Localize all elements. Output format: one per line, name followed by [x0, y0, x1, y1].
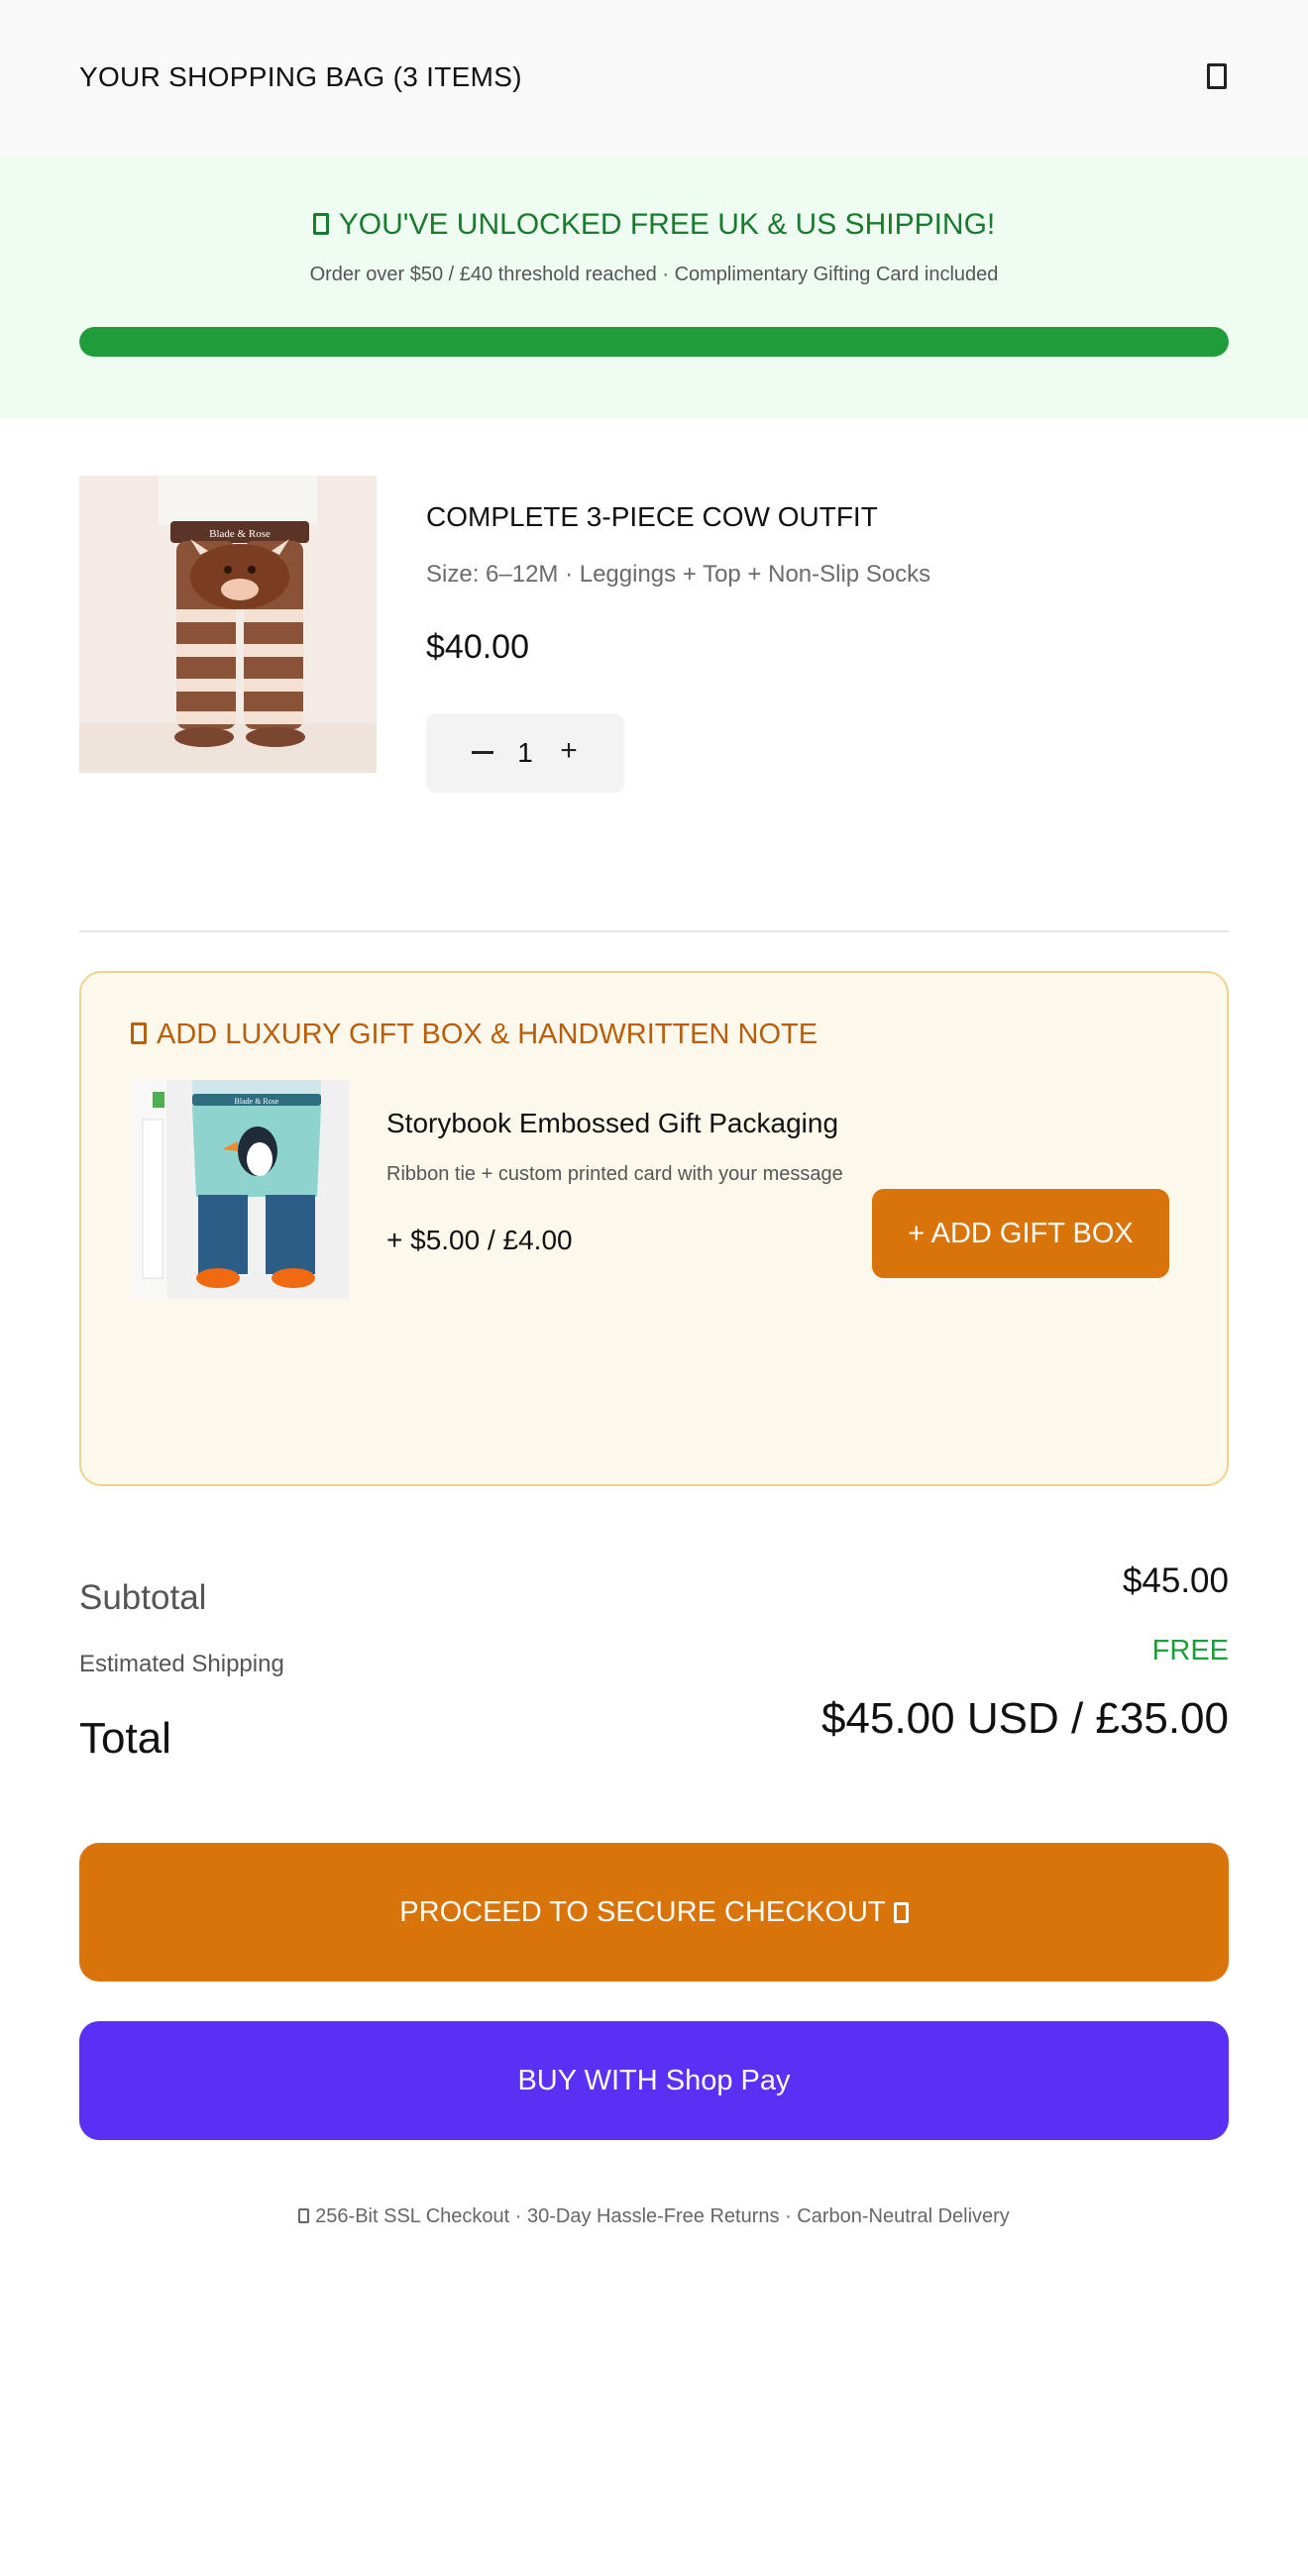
- lock-icon: [893, 1902, 909, 1923]
- shipping-banner-subtitle: Order over $50 / £40 threshold reached ·…: [309, 264, 999, 285]
- divider: [79, 930, 1229, 932]
- gift-price: + $5.00 / £4.00: [386, 1225, 573, 1255]
- plus-icon[interactable]: +: [557, 733, 581, 769]
- shipping-progress-fill: [79, 327, 1229, 357]
- product-name[interactable]: COMPLETE 3-PIECE COW OUTFIT: [426, 501, 878, 533]
- product-meta: Size: 6–12M · Leggings + Top + Non-Slip …: [426, 561, 931, 588]
- gift-upsell-title-text: ADD LUXURY GIFT BOX & HANDWRITTEN NOTE: [157, 1019, 818, 1050]
- total-label: Total: [79, 1714, 171, 1763]
- total-value: $45.00 USD / £35.00: [821, 1694, 1229, 1743]
- quantity-value: 1: [517, 737, 533, 768]
- quantity-stepper: 1 +: [426, 713, 624, 793]
- trust-badges: 256-Bit SSL Checkout · 30-Day Hassle-Fre…: [0, 2205, 1308, 2228]
- bag-icon[interactable]: [1207, 63, 1227, 89]
- shop-pay-button[interactable]: BUY WITH Shop Pay: [79, 2021, 1229, 2140]
- product-price: $40.00: [426, 628, 529, 666]
- page-title: YOUR SHOPPING BAG (3 ITEMS): [79, 61, 522, 92]
- gift-box-upsell: ADD LUXURY GIFT BOX & HANDWRITTEN NOTE B…: [79, 971, 1229, 1486]
- shipping-label: Estimated Shipping: [79, 1651, 284, 1677]
- product-image-brand: Blade & Rose: [209, 528, 271, 540]
- add-gift-box-button[interactable]: + ADD GIFT BOX: [872, 1189, 1169, 1278]
- gift-image-brand: Blade & Rose: [235, 1097, 279, 1106]
- checkout-button-label: PROCEED TO SECURE CHECKOUT: [399, 1896, 886, 1928]
- gift-description: Ribbon tie + custom printed card with yo…: [386, 1163, 843, 1185]
- subtotal-value: $45.00: [1122, 1561, 1229, 1600]
- shipping-value: FREE: [1151, 1635, 1229, 1666]
- truck-icon: [312, 213, 329, 235]
- cart-header: YOUR SHOPPING BAG (3 ITEMS): [0, 0, 1308, 157]
- gift-upsell-title: ADD LUXURY GIFT BOX & HANDWRITTEN NOTE: [131, 1019, 818, 1051]
- gift-icon: [131, 1022, 147, 1044]
- shipping-progress-bar: [79, 327, 1229, 357]
- shipping-banner-title-text: YOU'VE UNLOCKED FREE UK & US SHIPPING!: [338, 208, 996, 241]
- product-image[interactable]: Blade & Rose: [79, 476, 377, 773]
- free-shipping-banner: YOU'VE UNLOCKED FREE UK & US SHIPPING! O…: [0, 157, 1308, 418]
- shield-icon: [298, 2208, 310, 2223]
- subtotal-label: Subtotal: [79, 1578, 207, 1617]
- gift-name: Storybook Embossed Gift Packaging: [386, 1108, 839, 1138]
- gift-packaging-image: Blade & Rose: [131, 1080, 349, 1298]
- checkout-button[interactable]: PROCEED TO SECURE CHECKOUT: [79, 1843, 1229, 1982]
- shipping-banner-title: YOU'VE UNLOCKED FREE UK & US SHIPPING!: [0, 208, 1308, 242]
- trust-text: 256-Bit SSL Checkout · 30-Day Hassle-Fre…: [315, 2205, 1010, 2227]
